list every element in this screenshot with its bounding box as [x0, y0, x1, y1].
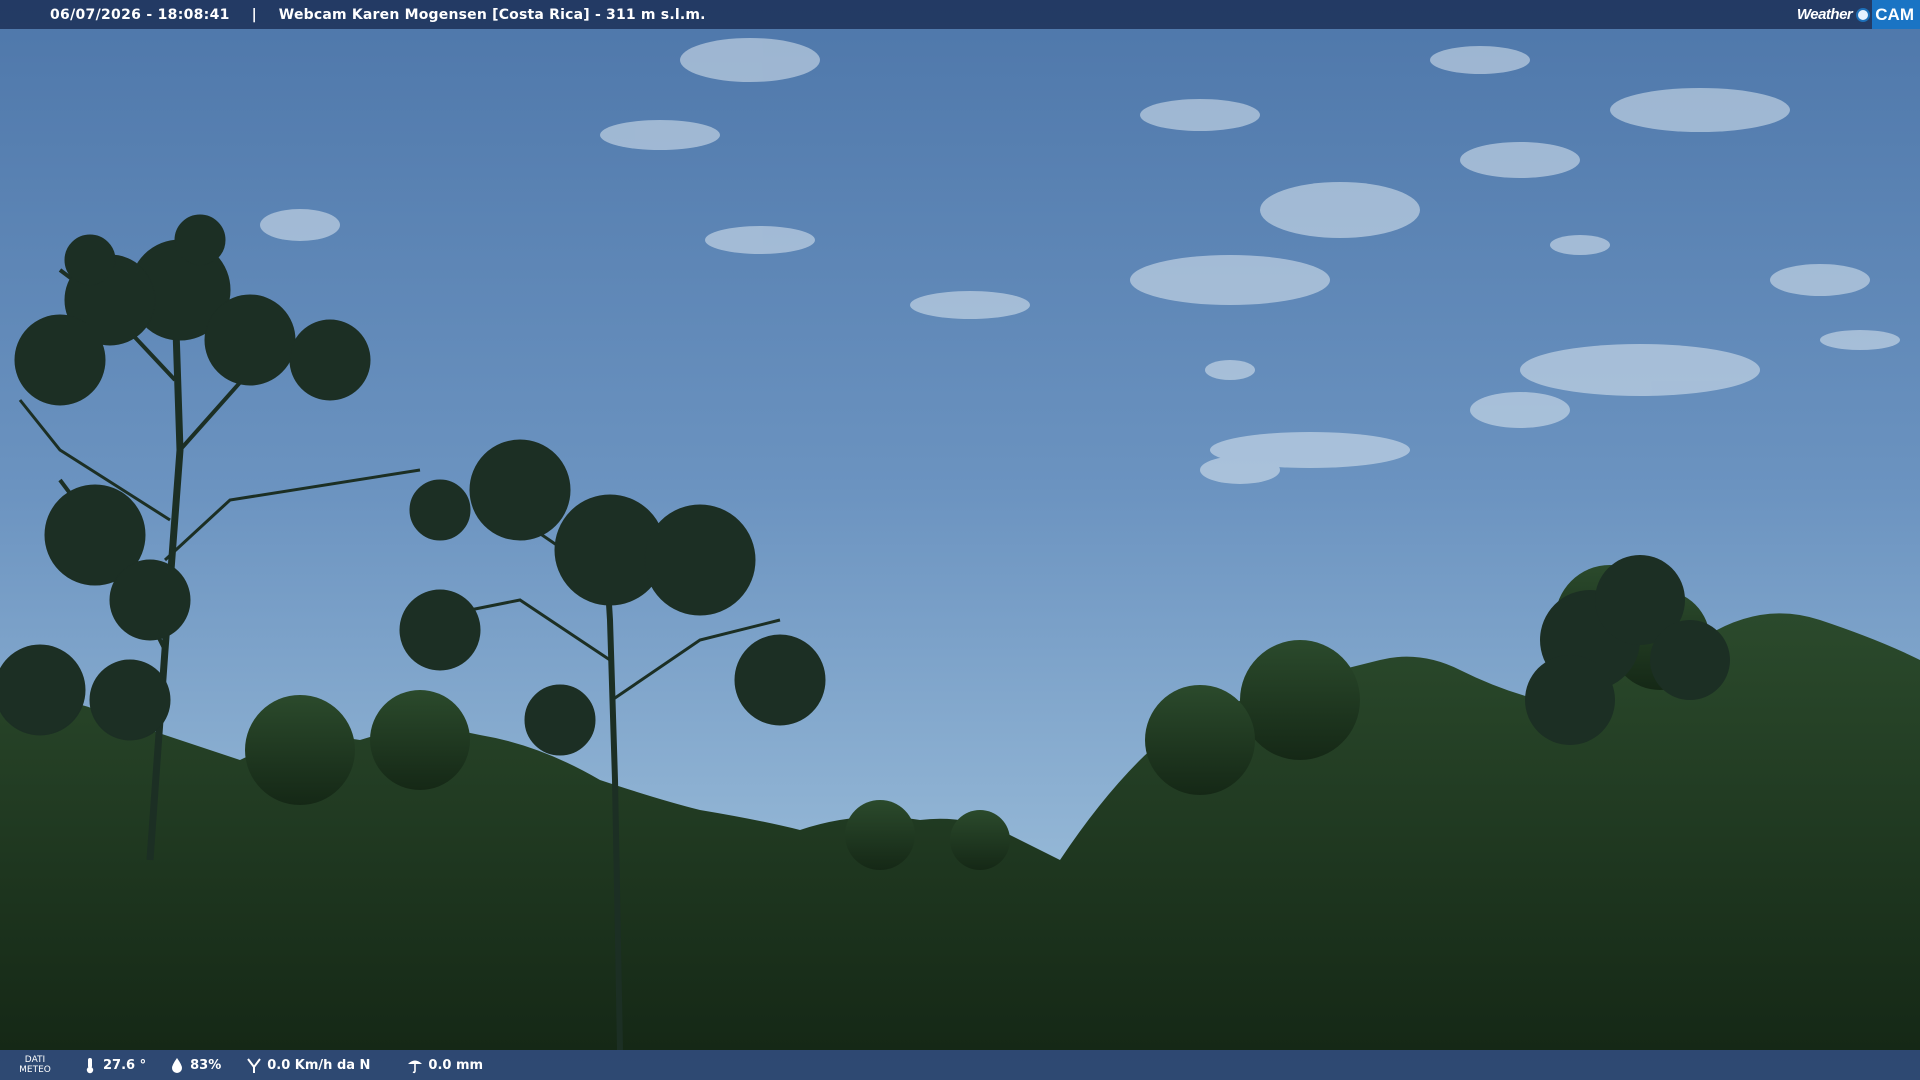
- weather-data-bar: DATI METEO 27.6 ° 83% 0.0 Km/h da N 0.0 …: [0, 1050, 1920, 1080]
- rain-value: 0.0 mm: [428, 1057, 484, 1073]
- wind-value: 0.0 Km/h da N: [267, 1057, 371, 1073]
- humidity-value: 83%: [190, 1057, 222, 1073]
- weather-data-label-line1: DATI: [24, 1055, 46, 1065]
- rain-reading: 0.0 mm: [406, 1056, 483, 1074]
- weather-data-label: DATI METEO: [7, 1055, 63, 1075]
- thermometer-icon: [86, 1058, 94, 1074]
- top-info-bar: 06/07/2026 - 18:08:41 | Webcam Karen Mog…: [0, 0, 1920, 29]
- rain-icon: [408, 1060, 423, 1074]
- humidity-icon: [172, 1058, 183, 1073]
- webcam-title: Webcam Karen Mogensen [Costa Rica] - 311…: [278, 6, 706, 23]
- logo-text-weather: Weather: [1796, 6, 1853, 23]
- header-separator: |: [251, 6, 257, 23]
- temperature-value: 27.6 °: [103, 1057, 147, 1073]
- humidity-reading: 83%: [168, 1056, 221, 1074]
- wind-reading: 0.0 Km/h da N: [245, 1056, 370, 1074]
- wind-icon: [247, 1058, 262, 1073]
- logo-text-cam: CAM: [1872, 0, 1920, 29]
- webcam-image: [0, 0, 1920, 1080]
- weathercam-logo[interactable]: Weather CAM: [1789, 0, 1920, 29]
- temperature-reading: 27.6 °: [81, 1056, 146, 1074]
- weather-data-label-line2: METEO: [19, 1065, 51, 1075]
- logo-dot-icon: [1856, 7, 1871, 22]
- timestamp: 06/07/2026 - 18:08:41: [50, 6, 230, 23]
